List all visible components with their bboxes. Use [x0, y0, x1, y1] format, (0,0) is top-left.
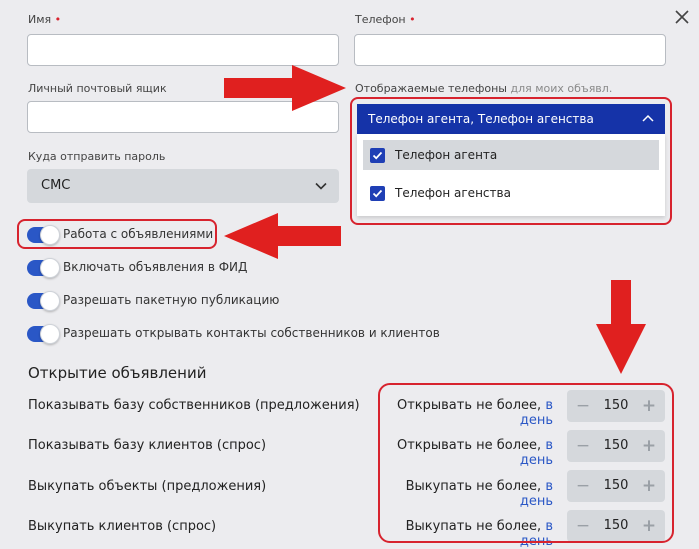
- email-label: Личный почтовый ящик: [28, 82, 167, 95]
- toggle-open-contacts[interactable]: [27, 324, 60, 344]
- row-label: Выкупать клиентов (спрос): [28, 519, 217, 534]
- toggle-batch-publish[interactable]: [27, 291, 60, 311]
- row-label: Показывать базу собственников (предложен…: [28, 398, 360, 413]
- password-dest-label: Куда отправить пароль: [28, 150, 166, 163]
- display-phones-label: Отображаемые телефоны для моих объявл.: [355, 82, 613, 95]
- row-label: Выкупать объекты (предложения): [28, 479, 267, 494]
- password-dest-select[interactable]: СМС: [27, 169, 339, 203]
- annotation-arrow-right: [224, 64, 348, 116]
- toggle-label: Разрешать пакетную публикацию: [63, 293, 280, 307]
- name-field[interactable]: [27, 34, 339, 66]
- annotation-box-limits: [378, 383, 674, 543]
- close-icon[interactable]: [674, 9, 690, 25]
- toggle-label: Разрешать открывать контакты собственник…: [63, 326, 440, 340]
- annotation-arrow-down: [595, 280, 647, 380]
- annotation-box-phones: [350, 97, 672, 225]
- name-label: Имя •: [28, 13, 62, 26]
- row-label: Показывать базу клиентов (спрос): [28, 438, 267, 453]
- phone-label: Телефон •: [355, 13, 416, 26]
- phone-field[interactable]: [354, 34, 666, 66]
- password-dest-value: СМС: [41, 178, 71, 193]
- toggle-feed[interactable]: [27, 258, 60, 278]
- toggle-label: Включать объявления в ФИД: [63, 260, 248, 274]
- chevron-down-icon: [315, 182, 327, 190]
- section-title: Открытие объявлений: [28, 364, 207, 382]
- annotation-arrow-left: [222, 212, 342, 264]
- annotation-box-toggle: [17, 219, 217, 249]
